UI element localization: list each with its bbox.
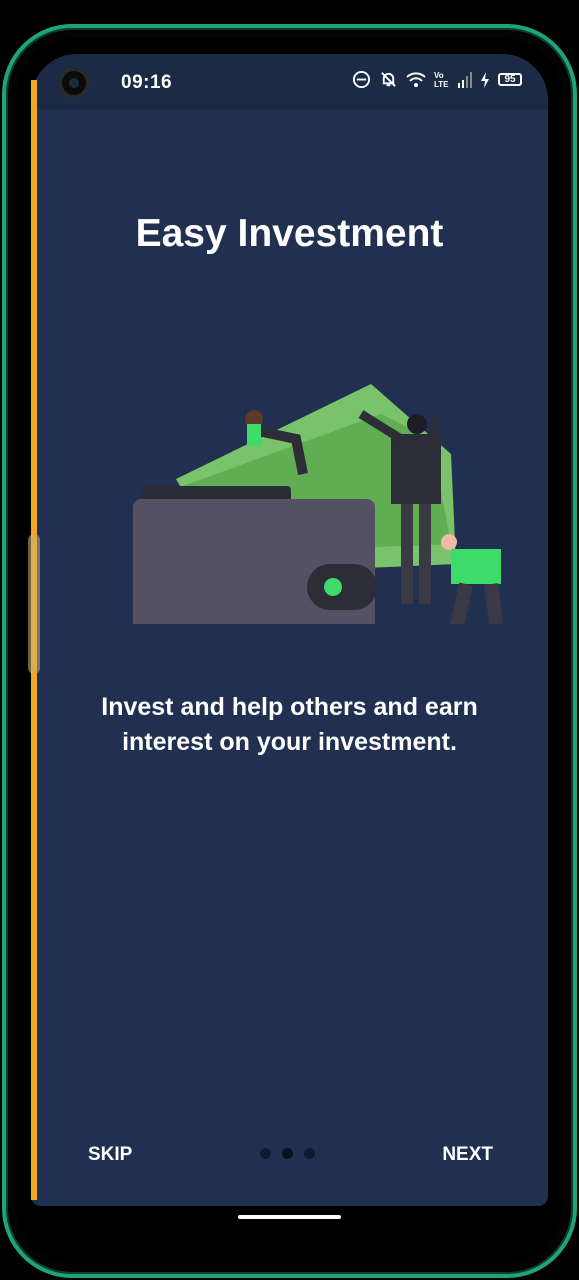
signal-icon [458, 71, 472, 88]
bell-off-icon [381, 72, 396, 87]
onboarding-title: Easy Investment [135, 212, 444, 255]
status-time: 09:16 [121, 72, 173, 93]
front-camera [59, 68, 89, 98]
wallet-money-illustration [133, 384, 504, 624]
page-dot-2[interactable] [282, 1148, 293, 1159]
page-indicator [260, 1148, 315, 1159]
home-gesture-handle[interactable] [238, 1215, 341, 1219]
next-button[interactable]: NEXT [442, 1144, 493, 1166]
network-type-label: Vo LTE [434, 70, 449, 89]
status-bar: 09:16 Vo LTE 95 [31, 54, 548, 110]
battery-icon: 95 [498, 73, 522, 86]
status-icons: Vo LTE 95 [352, 70, 522, 89]
skip-button[interactable]: SKIP [88, 1144, 132, 1166]
app-screen: 09:16 Vo LTE 95 Easy Investment Invest a… [31, 54, 548, 1206]
do-not-disturb-icon [352, 70, 371, 89]
charging-icon [481, 71, 489, 88]
page-dot-3[interactable] [304, 1148, 315, 1159]
edge-panel-handle[interactable] [28, 534, 40, 674]
navigation-bar [31, 1206, 548, 1250]
onboarding-description: Invest and help others and earn interest… [101, 693, 478, 756]
wifi-icon [406, 71, 426, 87]
page-dot-1[interactable] [260, 1148, 271, 1159]
